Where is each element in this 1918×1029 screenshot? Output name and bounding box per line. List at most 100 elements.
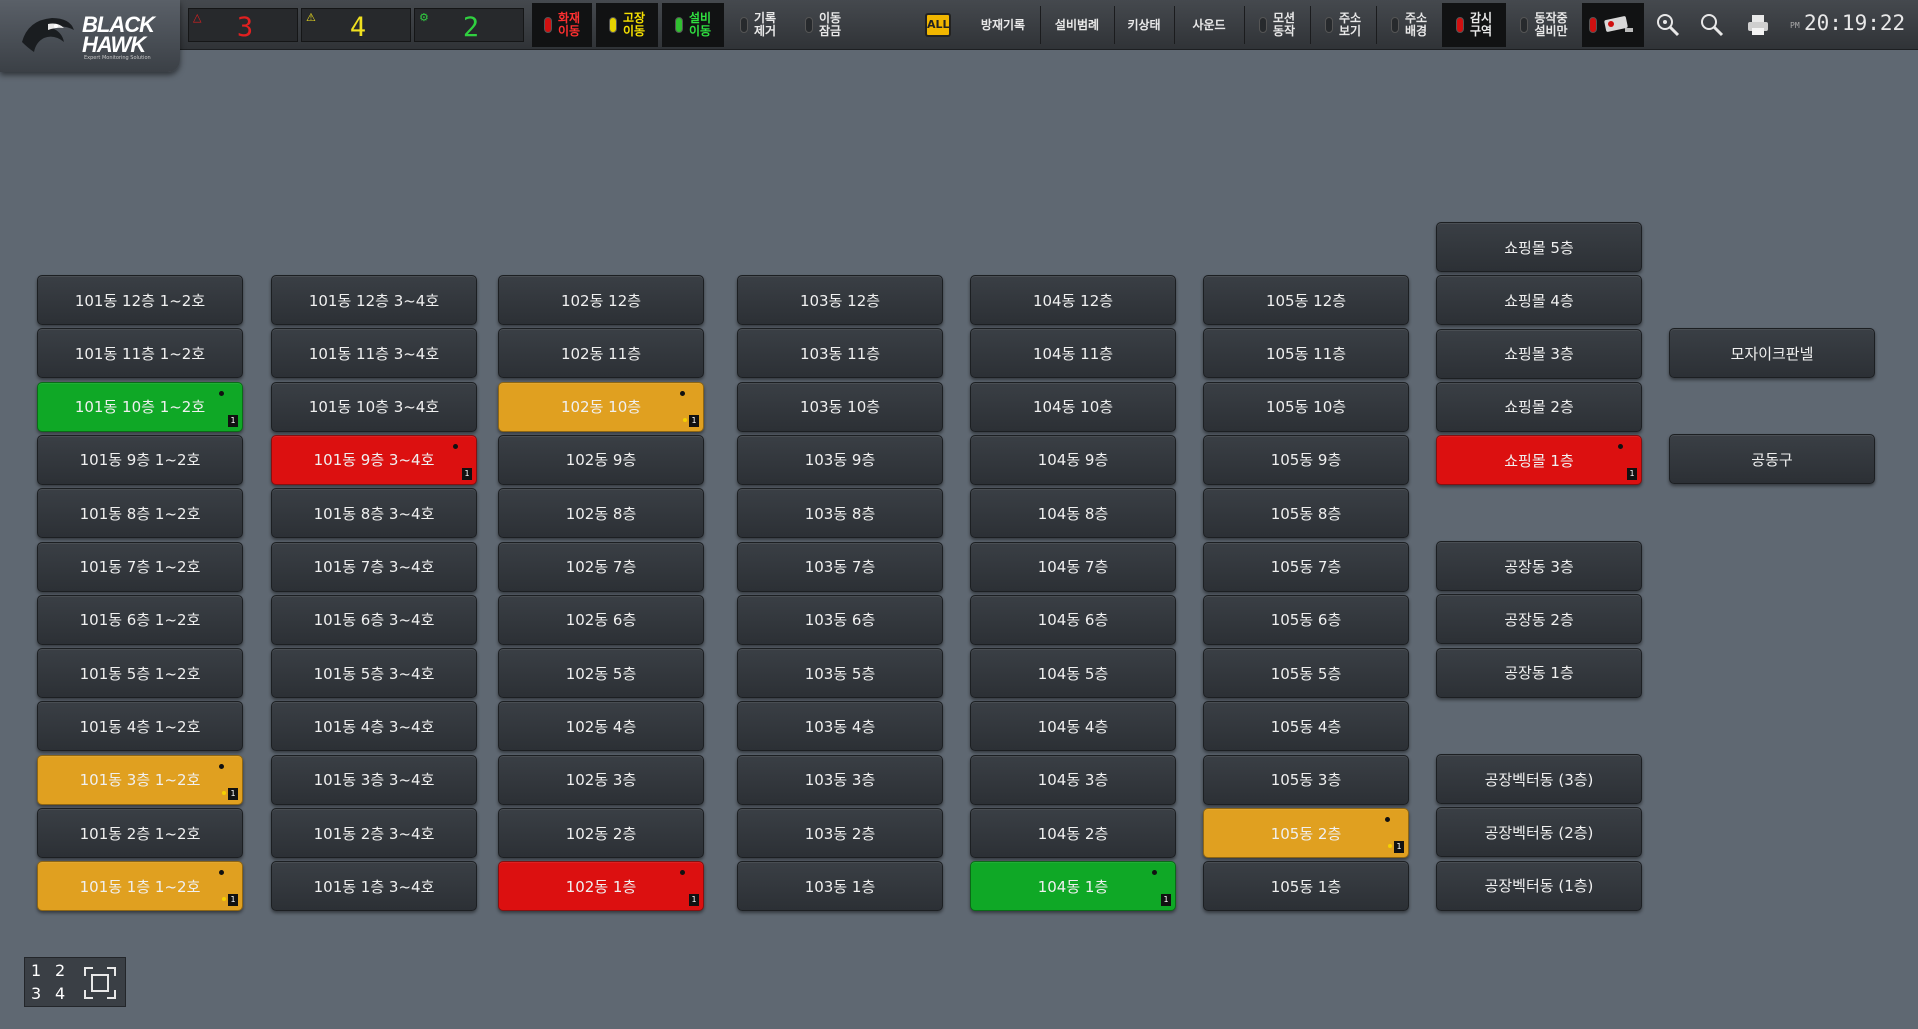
floor-button-mall-4[interactable]: 쇼핑몰 1층 1	[1436, 435, 1642, 486]
floor-button-105-9[interactable]: 105동 3층	[1203, 754, 1409, 805]
layout-4[interactable]: 4	[55, 984, 65, 1003]
layout-3[interactable]: 3	[31, 984, 41, 1003]
floor-button-101b-0[interactable]: 101동 12층 3~4호	[271, 275, 477, 325]
equipment-count[interactable]: ⚙ 2	[414, 8, 524, 43]
addr-change-toggle[interactable]: 주소 배경	[1378, 3, 1440, 47]
watch-zone-toggle[interactable]: 감시 구역	[1442, 3, 1506, 47]
floor-button-101a-10[interactable]: 101동 2층 1~2호	[37, 808, 243, 858]
floor-button-vector-2[interactable]: 공장벡터동 (1층)	[1436, 860, 1642, 911]
floor-button-103-7[interactable]: 103동 5층	[737, 648, 943, 699]
floor-button-mall-2[interactable]: 쇼핑몰 3층	[1436, 328, 1642, 379]
floor-button-104-7[interactable]: 104동 5층	[970, 648, 1176, 699]
floor-button-104-10[interactable]: 104동 2층	[970, 808, 1176, 858]
floor-button-102-10[interactable]: 102동 2층	[498, 808, 704, 858]
fire-log-button[interactable]: 방재기록	[968, 3, 1038, 47]
floor-button-103-8[interactable]: 103동 4층	[737, 701, 943, 752]
move-lock-toggle[interactable]: 이동 잠금	[792, 3, 854, 47]
floor-button-104-6[interactable]: 104동 6층	[970, 594, 1176, 645]
floor-button-103-2[interactable]: 103동 10층	[737, 381, 943, 432]
floor-button-103-11[interactable]: 103동 1층	[737, 861, 943, 912]
floor-button-102-1[interactable]: 102동 11층	[498, 328, 704, 379]
fault-move-toggle[interactable]: 고장 이동	[596, 3, 658, 47]
floor-button-103-10[interactable]: 103동 2층	[737, 808, 943, 858]
clear-log-toggle[interactable]: 기록 제거	[728, 3, 788, 47]
floor-button-101a-3[interactable]: 101동 9층 1~2호	[37, 434, 243, 485]
floor-button-105-1[interactable]: 105동 11층	[1203, 328, 1409, 379]
search-button[interactable]	[1694, 3, 1730, 47]
floor-button-103-5[interactable]: 103동 7층	[737, 541, 943, 592]
floor-button-mall-3[interactable]: 쇼핑몰 2층	[1436, 381, 1642, 432]
floor-button-104-5[interactable]: 104동 7층	[970, 541, 1176, 592]
floor-button-104-8[interactable]: 104동 4층	[970, 701, 1176, 752]
floor-button-101b-9[interactable]: 101동 3층 3~4호	[271, 754, 477, 805]
mosin-action-toggle[interactable]: 모션 동작	[1246, 3, 1308, 47]
floor-button-105-3[interactable]: 105동 9층	[1203, 434, 1409, 485]
floor-button-101b-11[interactable]: 101동 1층 3~4호	[271, 861, 477, 912]
floor-button-103-4[interactable]: 103동 8층	[737, 488, 943, 539]
fullscreen-icon[interactable]	[83, 966, 117, 1000]
running-only-toggle[interactable]: 동작중 설비만	[1508, 3, 1580, 47]
floor-button-105-7[interactable]: 105동 5층	[1203, 648, 1409, 699]
warning-count[interactable]: ⚠ 4	[301, 8, 411, 43]
floor-button-101a-5[interactable]: 101동 7층 1~2호	[37, 541, 243, 592]
floor-button-102-3[interactable]: 102동 9층	[498, 434, 704, 485]
floor-button-104-0[interactable]: 104동 12층	[970, 275, 1176, 325]
floor-button-101a-7[interactable]: 101동 5층 1~2호	[37, 648, 243, 699]
floor-button-102-5[interactable]: 102동 7층	[498, 541, 704, 592]
floor-button-105-2[interactable]: 105동 10층	[1203, 381, 1409, 432]
floor-button-104-1[interactable]: 104동 11층	[970, 328, 1176, 379]
floor-button-101b-6[interactable]: 101동 6층 3~4호	[271, 594, 477, 645]
floor-button-103-9[interactable]: 103동 3층	[737, 754, 943, 805]
view-toggle[interactable]	[1650, 3, 1686, 47]
floor-button-102-7[interactable]: 102동 5층	[498, 648, 704, 699]
floor-button-101a-6[interactable]: 101동 6층 1~2호	[37, 594, 243, 645]
floor-button-102-6[interactable]: 102동 6층	[498, 594, 704, 645]
floor-button-105-10[interactable]: 105동 2층 1	[1203, 808, 1409, 858]
floor-button-101b-1[interactable]: 101동 11층 3~4호	[271, 328, 477, 379]
layout-selector[interactable]: 1 2 3 4	[24, 957, 126, 1007]
floor-button-vector-1[interactable]: 공장벡터동 (2층)	[1436, 807, 1642, 858]
floor-button-102-0[interactable]: 102동 12층	[498, 275, 704, 325]
floor-button-102-9[interactable]: 102동 3층	[498, 754, 704, 805]
sound-button[interactable]: 사운드	[1176, 3, 1242, 47]
floor-button-104-9[interactable]: 104동 3층	[970, 754, 1176, 805]
floor-button-101b-4[interactable]: 101동 8층 3~4호	[271, 488, 477, 539]
floor-button-factory-1[interactable]: 공장동 2층	[1436, 594, 1642, 645]
floor-button-101a-0[interactable]: 101동 12층 1~2호	[37, 275, 243, 325]
floor-button-101a-2[interactable]: 101동 10층 1~2호 1	[37, 381, 243, 432]
equip-list-button[interactable]: 설비범례	[1042, 3, 1112, 47]
fire-count[interactable]: △ 3	[188, 8, 298, 43]
floor-button-101a-1[interactable]: 101동 11층 1~2호	[37, 328, 243, 379]
all-button[interactable]: ALL	[925, 13, 951, 37]
floor-button-104-4[interactable]: 104동 8층	[970, 488, 1176, 539]
floor-button-105-6[interactable]: 105동 6층	[1203, 594, 1409, 645]
floor-button-105-5[interactable]: 105동 7층	[1203, 541, 1409, 592]
floor-button-101a-11[interactable]: 101동 1층 1~2호 1	[37, 861, 243, 912]
fire-move-toggle[interactable]: 화재 이동	[532, 3, 592, 47]
floor-button-factory-2[interactable]: 공장동 1층	[1436, 647, 1642, 698]
floor-button-101b-2[interactable]: 101동 10층 3~4호	[271, 381, 477, 432]
equip-move-toggle[interactable]: 설비 이동	[662, 3, 724, 47]
floor-button-101a-4[interactable]: 101동 8층 1~2호	[37, 488, 243, 539]
floor-button-103-3[interactable]: 103동 9층	[737, 434, 943, 485]
floor-button-common-tunnel[interactable]: 공동구	[1669, 434, 1875, 484]
floor-button-101b-7[interactable]: 101동 5층 3~4호	[271, 648, 477, 699]
floor-button-mosaic-panel[interactable]: 모자이크판넬	[1669, 328, 1875, 378]
floor-button-105-4[interactable]: 105동 8층	[1203, 488, 1409, 539]
floor-button-102-4[interactable]: 102동 8층	[498, 488, 704, 539]
floor-button-105-8[interactable]: 105동 4층	[1203, 701, 1409, 752]
floor-button-105-0[interactable]: 105동 12층	[1203, 275, 1409, 325]
camera-toggle[interactable]	[1582, 3, 1644, 47]
floor-button-101a-9[interactable]: 101동 3층 1~2호 1	[37, 754, 243, 805]
floor-button-103-6[interactable]: 103동 6층	[737, 594, 943, 645]
floor-button-104-2[interactable]: 104동 10층	[970, 381, 1176, 432]
floor-button-102-8[interactable]: 102동 4층	[498, 701, 704, 752]
floor-button-factory-0[interactable]: 공장동 3층	[1436, 541, 1642, 591]
floor-button-mall-1[interactable]: 쇼핑몰 4층	[1436, 275, 1642, 326]
floor-button-101b-10[interactable]: 101동 2층 3~4호	[271, 808, 477, 858]
floor-button-104-11[interactable]: 104동 1층 1	[970, 861, 1176, 912]
floor-button-102-2[interactable]: 102동 10층 1	[498, 381, 704, 432]
floor-button-103-0[interactable]: 103동 12층	[737, 275, 943, 325]
layout-1[interactable]: 1	[31, 961, 41, 980]
floor-button-105-11[interactable]: 105동 1층	[1203, 861, 1409, 912]
